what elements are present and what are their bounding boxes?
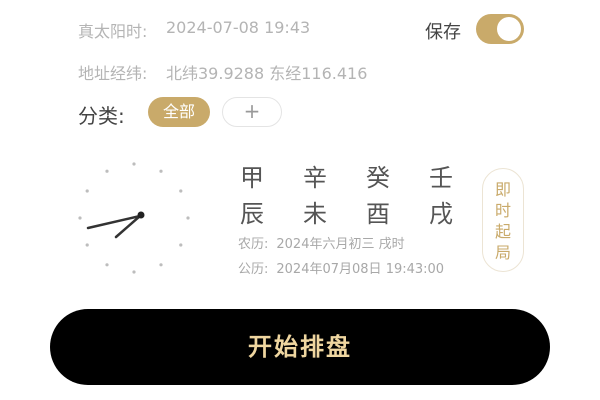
instant-button-char: 起	[494, 222, 511, 241]
clock-hour-dot	[105, 169, 109, 173]
instant-button-char: 局	[494, 243, 511, 262]
stem-month: 辛	[303, 164, 327, 192]
clock-hour-dot	[132, 162, 136, 166]
save-toggle[interactable]	[476, 14, 524, 44]
category-all-chip[interactable]: 全部	[148, 97, 210, 127]
save-label: 保存	[425, 22, 461, 43]
start-chart-button[interactable]: 开始排盘	[50, 309, 550, 385]
clock-hour-dot	[85, 189, 89, 193]
branch-month: 未	[303, 200, 327, 228]
instant-button-char: 时	[494, 201, 511, 220]
address-coordinates-label: 地址经纬:	[78, 64, 148, 83]
solar-time-value[interactable]: 2024-07-08 19:43	[166, 18, 310, 37]
clock-hour-dot	[132, 270, 136, 274]
stem-day: 癸	[366, 164, 390, 192]
lunar-date-value: 2024年六月初三 戌时	[276, 237, 405, 252]
toggle-knob	[497, 17, 521, 41]
gregorian-date-label: 公历:	[238, 262, 269, 277]
solar-time-label: 真太阳时:	[78, 22, 148, 41]
branch-year: 辰	[240, 200, 264, 228]
analog-clock-icon[interactable]	[72, 156, 196, 280]
branch-hour: 戌	[429, 200, 453, 228]
lunar-date: 农历: 2024年六月初三 戌时	[238, 233, 405, 252]
bazi-grid: 甲 辛 癸 壬 辰 未 酉 戌	[236, 158, 488, 230]
category-label: 分类:	[78, 104, 125, 128]
add-category-button[interactable]: +	[222, 97, 282, 127]
stem-hour: 壬	[429, 164, 453, 192]
clock-hour-dot	[85, 243, 89, 247]
stem-year: 甲	[240, 164, 264, 192]
clock-hour-dot	[179, 189, 183, 193]
instant-chart-button[interactable]: 即 时 起 局	[482, 168, 524, 272]
clock-hour-dot	[179, 243, 183, 247]
gregorian-date: 公历: 2024年07月08日 19:43:00	[238, 258, 444, 277]
instant-button-char: 即	[494, 180, 511, 199]
clock-center	[137, 211, 145, 219]
clock-hour-dot	[186, 216, 190, 220]
heavenly-stems-row: 甲 辛 癸 壬	[236, 158, 488, 194]
gregorian-date-value: 2024年07月08日 19:43:00	[276, 262, 445, 277]
clock-hour-dot	[159, 263, 163, 267]
clock-hour-dot	[78, 216, 82, 220]
lunar-date-label: 农历:	[238, 237, 269, 252]
clock-hour-dot	[159, 169, 163, 173]
branch-day: 酉	[366, 200, 390, 228]
address-coordinates-value[interactable]: 北纬39.9288 东经116.416	[166, 60, 367, 84]
earthly-branches-row: 辰 未 酉 戌	[236, 194, 488, 230]
clock-hour-dot	[105, 263, 109, 267]
